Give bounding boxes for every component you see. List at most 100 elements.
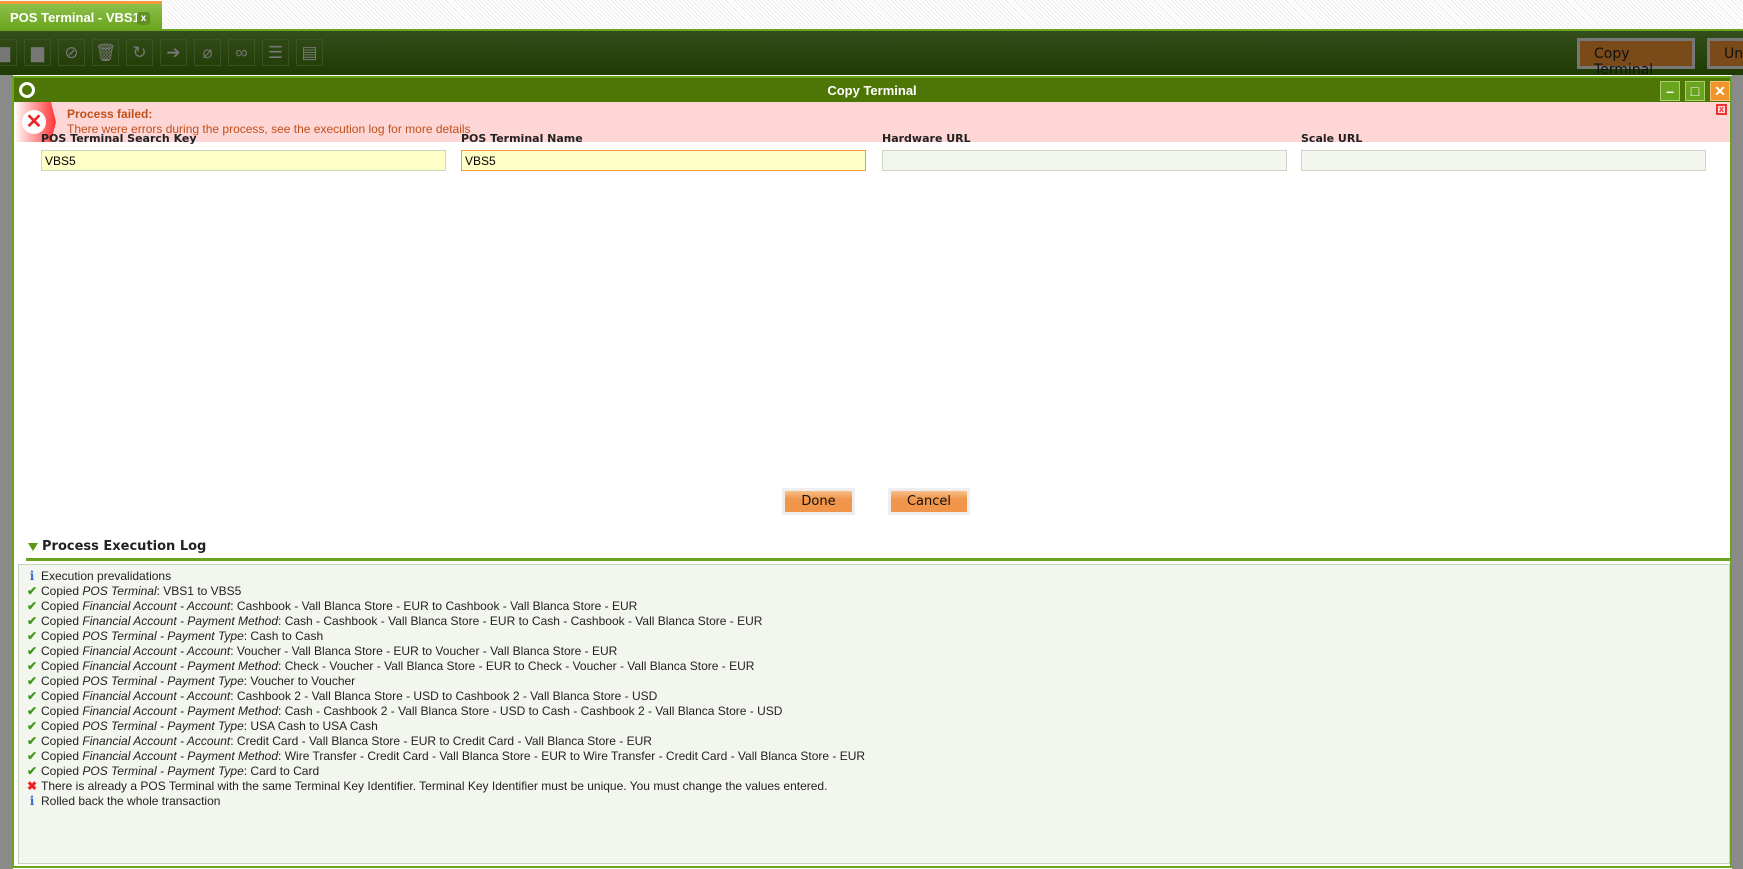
close-icon[interactable]: ✕ bbox=[1710, 81, 1730, 101]
log-detail: : Check - Voucher - Vall Blanca Store - … bbox=[278, 659, 755, 673]
error-icon: ✖ bbox=[26, 779, 38, 793]
cancel-button[interactable]: Cancel bbox=[888, 488, 970, 515]
tab-bar: POS Terminal - VBS1 x bbox=[0, 0, 1743, 31]
error-title: Process failed: bbox=[67, 107, 153, 121]
log-text: Copied bbox=[41, 719, 83, 733]
log-entity: Financial Account - Account bbox=[82, 689, 231, 703]
log-line: ✔ Copied Financial Account - Payment Meth… bbox=[23, 749, 1729, 764]
delete-icon[interactable]: 🗑 bbox=[92, 39, 119, 66]
check-icon: ✔ bbox=[26, 659, 38, 673]
check-icon: ✔ bbox=[26, 719, 38, 733]
log-text: Copied bbox=[41, 764, 83, 778]
layout-icon[interactable]: ▤ bbox=[296, 39, 323, 66]
field-label: Scale URL bbox=[1301, 132, 1363, 145]
check-icon: ✔ bbox=[26, 599, 38, 613]
save-close-icon[interactable]: ▆ bbox=[24, 39, 51, 66]
link-icon[interactable]: ∞ bbox=[228, 39, 255, 66]
log-entity: POS Terminal - Payment Type bbox=[82, 719, 244, 733]
check-icon: ✔ bbox=[26, 644, 38, 658]
log-line: ✔ Copied Financial Account - Payment Meth… bbox=[23, 614, 1729, 629]
check-icon: ✔ bbox=[26, 629, 38, 643]
check-icon: ✔ bbox=[26, 704, 38, 718]
tools-icon[interactable]: ☰ bbox=[262, 39, 289, 66]
check-icon: ✔ bbox=[26, 749, 38, 763]
collapse-triangle-icon[interactable] bbox=[28, 543, 38, 551]
log-entity: Financial Account - Account bbox=[82, 734, 231, 748]
log-text: Copied bbox=[41, 734, 83, 748]
dialog-title: Copy Terminal bbox=[827, 83, 917, 98]
check-icon: ✔ bbox=[26, 674, 38, 688]
log-line: i Rolled back the whole transaction bbox=[23, 794, 1729, 809]
log-detail: : Cashbook - Vall Blanca Store - EUR to … bbox=[230, 599, 638, 613]
background-window-right bbox=[1732, 75, 1743, 869]
app-logo-icon bbox=[19, 82, 35, 98]
scale-url-input[interactable] bbox=[1301, 150, 1706, 171]
copy-terminal-button[interactable]: Copy Terminal bbox=[1577, 38, 1695, 78]
log-detail: : Cash to Cash bbox=[243, 629, 324, 643]
log-detail: : USA Cash to USA Cash bbox=[243, 719, 378, 733]
copy-terminal-dialog: Copy Terminal – □ ✕ ✕ Process failed: Th… bbox=[12, 76, 1732, 868]
refresh-icon[interactable]: ↻ bbox=[126, 39, 153, 66]
hardware-url-field: Hardware URL bbox=[882, 132, 1287, 171]
log-text: Copied bbox=[41, 674, 83, 688]
log-detail: : Card to Card bbox=[243, 764, 320, 778]
log-line: ✔ Copied Financial Account - Payment Meth… bbox=[23, 659, 1729, 674]
attachment-icon[interactable]: ⌀ bbox=[194, 39, 221, 66]
log-entity: Financial Account - Payment Method bbox=[82, 614, 279, 628]
unlink-button[interactable]: Unl bbox=[1707, 38, 1743, 69]
log-text: Copied bbox=[41, 689, 83, 703]
save-icon[interactable]: ▆ bbox=[0, 39, 17, 66]
log-line: ✔ Copied POS Terminal - Payment Type: Vou… bbox=[23, 674, 1729, 689]
log-text: Copied bbox=[41, 584, 83, 598]
log-entity: Financial Account - Payment Method bbox=[82, 659, 279, 673]
log-entity: Financial Account - Account bbox=[82, 644, 231, 658]
tab-label: POS Terminal - VBS1 bbox=[10, 10, 140, 25]
log-entity: Financial Account - Account bbox=[82, 599, 231, 613]
log-text: Copied bbox=[41, 629, 83, 643]
info-icon: i bbox=[29, 794, 35, 808]
log-entity: Financial Account - Payment Method bbox=[82, 749, 279, 763]
log-line: ✔ Copied Financial Account - Payment Meth… bbox=[23, 704, 1729, 719]
log-line: ✔ Copied POS Terminal: VBS1 to VBS5 bbox=[23, 584, 1729, 599]
tab-pos-terminal[interactable]: POS Terminal - VBS1 x bbox=[0, 1, 162, 30]
hardware-url-input[interactable] bbox=[882, 150, 1287, 171]
log-title: Process Execution Log bbox=[42, 539, 207, 554]
log-detail: : VBS1 to VBS5 bbox=[156, 584, 242, 598]
log-line: ✔ Copied Financial Account - Account: Cas… bbox=[23, 599, 1729, 614]
tab-close-icon[interactable]: x bbox=[137, 12, 150, 25]
undo-icon[interactable]: ⊘ bbox=[58, 39, 85, 66]
execution-log: i Execution prevalidations ✔ Copied POS Ter… bbox=[18, 564, 1730, 864]
log-entity: POS Terminal - Payment Type bbox=[82, 674, 244, 688]
log-entity: Financial Account - Payment Method bbox=[82, 704, 279, 718]
log-line: ✔ Copied Financial Account - Account: Cre… bbox=[23, 734, 1729, 749]
log-entity: POS Terminal bbox=[82, 584, 157, 598]
terminal-name-input[interactable] bbox=[461, 150, 866, 171]
log-line: ✔ Copied POS Terminal - Payment Type: Cas… bbox=[23, 629, 1729, 644]
search-key-field: POS Terminal Search Key bbox=[41, 132, 446, 171]
info-icon: i bbox=[29, 569, 35, 583]
maximize-icon[interactable]: □ bbox=[1685, 81, 1705, 101]
log-line: ✔ Copied POS Terminal - Payment Type: Car… bbox=[23, 764, 1729, 779]
check-icon: ✔ bbox=[26, 764, 38, 778]
log-header[interactable]: Process Execution Log bbox=[26, 539, 1730, 561]
done-button[interactable]: Done bbox=[782, 488, 855, 515]
log-line: ✖ There is already a POS Terminal with th… bbox=[23, 779, 1729, 794]
banner-close-icon[interactable]: x bbox=[1716, 104, 1727, 115]
export-icon[interactable]: ➔ bbox=[160, 39, 187, 66]
log-line: ✔ Copied Financial Account - Account: Cas… bbox=[23, 689, 1729, 704]
log-detail: : Cash - Cashbook - Vall Blanca Store - … bbox=[278, 614, 763, 628]
minimize-icon[interactable]: – bbox=[1660, 81, 1680, 101]
check-icon: ✔ bbox=[26, 689, 38, 703]
check-icon: ✔ bbox=[26, 584, 38, 598]
dialog-titlebar: Copy Terminal – □ ✕ bbox=[14, 76, 1730, 102]
field-label: Hardware URL bbox=[882, 132, 971, 145]
check-icon: ✔ bbox=[26, 734, 38, 748]
log-text: Copied bbox=[41, 614, 83, 628]
log-text: Copied bbox=[41, 644, 83, 658]
scale-url-field: Scale URL bbox=[1301, 132, 1706, 171]
search-key-input[interactable] bbox=[41, 150, 446, 171]
log-entity: POS Terminal - Payment Type bbox=[82, 629, 244, 643]
field-label: POS Terminal Name bbox=[461, 132, 583, 145]
log-text: There is already a POS Terminal with the… bbox=[41, 779, 828, 793]
log-detail: : Voucher - Vall Blanca Store - EUR to V… bbox=[230, 644, 618, 658]
